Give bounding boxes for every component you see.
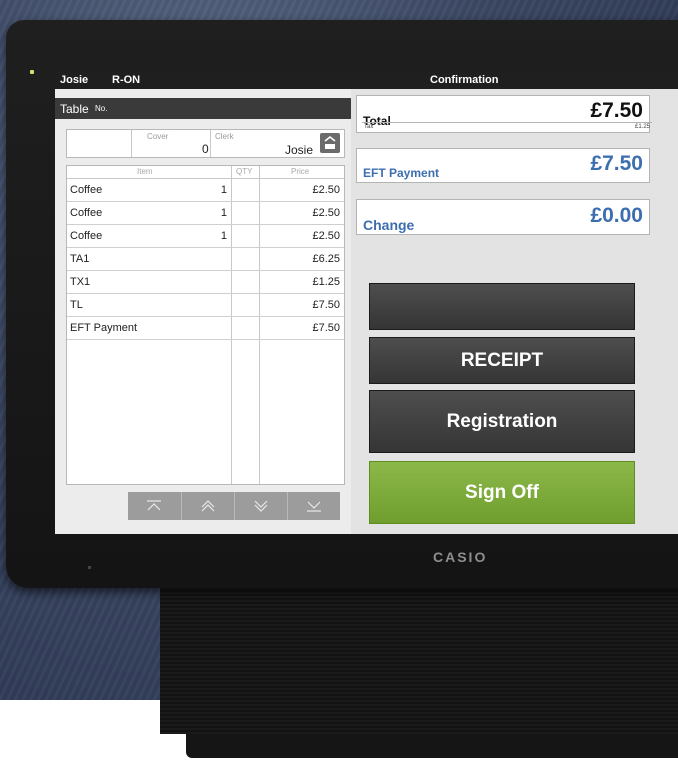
page-up-button[interactable] [181,492,235,520]
table-header: Item QTY Price [67,166,344,179]
brand-logo: CASIO [433,549,488,565]
mode-indicator: R-ON [112,74,141,86]
change-value: £0.00 [590,204,643,227]
divider [210,130,211,157]
table-row[interactable]: Coffee 1 £2.50 [67,179,344,202]
cover-label: Cover [147,132,169,141]
tax-line: Tax £1.25 [362,122,652,130]
table-row[interactable]: Coffee 1 £2.50 [67,225,344,248]
screen-title: Confirmation [430,74,499,86]
item-qty: 1 [220,207,227,219]
item-price: £2.50 [312,207,340,219]
item-price: £2.50 [312,184,340,196]
pos-screen: Josie R-ON Confirmation Table No. Cover … [55,70,678,534]
item-price: £2.50 [312,230,340,242]
item-price: £7.50 [312,299,340,311]
registration-button[interactable]: Registration [369,390,635,453]
clerk-value: Josie [285,143,314,157]
divider [131,130,132,157]
sensor-dot [88,566,91,569]
payment-label: EFT Payment [363,166,440,180]
total-box: Total £7.50 Tax £1.25 [356,95,652,133]
item-qty: 1 [220,184,227,196]
total-value: £7.50 [590,99,643,122]
item-name: Coffee [70,207,103,219]
payment-box: EFT Payment £7.50 [356,148,650,183]
table-no-label: No. [95,104,108,113]
table-row[interactable]: TA1 £6.25 [67,248,344,271]
sign-off-button[interactable]: Sign Off [369,461,635,524]
double-chevron-down-icon [254,500,268,512]
blank-function-button[interactable] [369,283,635,330]
item-name: Coffee [70,230,103,242]
item-price: £7.50 [312,322,340,334]
confirmation-pane: Total £7.50 Tax £1.25 EFT Payment £7.50 … [351,89,678,534]
receipt-button[interactable]: RECEIPT [369,337,635,384]
double-chevron-up-icon [201,500,215,512]
table-row[interactable]: Coffee 1 £2.50 [67,202,344,225]
table-number-bar[interactable]: Table No. [55,98,351,119]
clerk-label: Clerk [215,132,234,141]
scroll-bottom-icon [307,501,321,512]
table-row[interactable]: EFT Payment £7.50 [67,317,344,340]
clerk-switch-icon [324,135,336,149]
page-down-button[interactable] [234,492,288,520]
tax-value: £1.25 [634,124,650,130]
clerk-switch-button[interactable] [320,133,340,153]
scroll-top-button[interactable] [128,492,181,520]
item-price: £1.25 [312,276,340,288]
power-led-icon [30,70,34,74]
item-name: EFT Payment [70,322,138,334]
payment-value: £7.50 [590,152,643,175]
item-price: £6.25 [312,253,340,265]
scroll-bottom-button[interactable] [287,492,341,520]
item-name: Coffee [70,184,103,196]
scroll-controls [128,492,340,520]
order-items-table: Item QTY Price Coffee 1 £2.50 Coffee 1 £… [66,165,345,485]
user-name: Josie [60,74,89,86]
column-header-item: Item [137,167,153,176]
scroll-top-icon [147,500,161,511]
table-row[interactable]: TX1 £1.25 [67,271,344,294]
change-label: Change [363,217,415,233]
monitor-stand-base [186,734,678,758]
column-header-price: Price [291,167,310,176]
monitor-stand [160,588,678,734]
top-status-bar: Josie R-ON Confirmation [55,70,678,89]
item-name: TL [70,299,83,311]
table-row[interactable]: TL £7.50 [67,294,344,317]
item-name: TX1 [70,276,91,288]
item-qty: 1 [220,230,227,242]
column-header-qty: QTY [236,167,253,176]
cover-value[interactable]: 0 [202,142,209,156]
table-label: Table [60,102,89,116]
order-pane: Table No. Cover 0 Clerk Josie Item QTY P… [55,89,351,534]
cover-clerk-box: Cover 0 Clerk Josie [66,129,345,158]
tax-label: Tax [364,124,374,130]
change-box: Change £0.00 [356,199,650,235]
item-name: TA1 [70,253,90,265]
